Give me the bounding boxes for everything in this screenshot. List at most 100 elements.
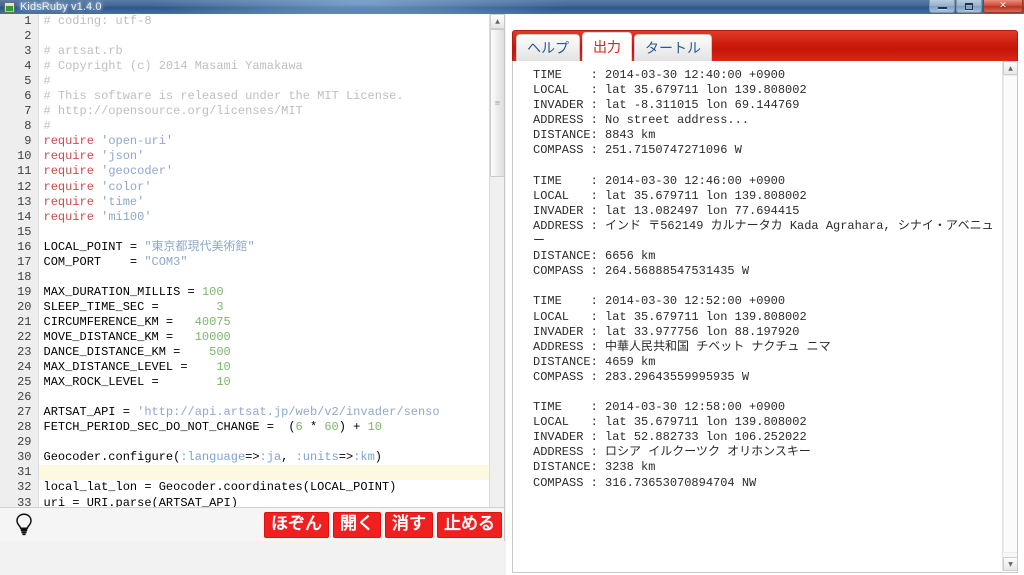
close-button[interactable]: ✕ — [983, 0, 1023, 13]
maximize-button[interactable] — [956, 0, 982, 13]
code-text[interactable]: require 'open-uri' — [38, 134, 490, 149]
code-text[interactable] — [38, 390, 490, 405]
code-line[interactable]: 16 LOCAL_POINT = "東京都現代美術館" — [0, 239, 490, 255]
tab-help[interactable]: ヘルプ — [516, 34, 580, 61]
code-text[interactable] — [38, 225, 490, 240]
code-editor-pane: 1 # coding: utf-8 2 3 # artsat.rb 4 # Copyrig… — [0, 14, 505, 541]
code-text[interactable] — [38, 270, 490, 285]
lightbulb-icon[interactable] — [12, 512, 36, 538]
scroll-down-button[interactable]: ▼ — [1003, 557, 1017, 571]
code-text[interactable]: LOCAL_POINT = "東京都現代美術館" — [38, 240, 490, 255]
code-line[interactable]: 25 MAX_ROCK_LEVEL = 10 — [0, 375, 490, 391]
code-text[interactable]: # artsat.rb — [38, 44, 490, 59]
code-text[interactable]: MAX_DISTANCE_LEVEL = 10 — [38, 360, 490, 375]
clear-button[interactable]: 消す — [385, 512, 433, 538]
tab-output[interactable]: 出力 — [582, 32, 632, 61]
chevron-up-icon: ▲ — [495, 18, 500, 25]
code-line[interactable]: 5 # — [0, 74, 490, 90]
code-line[interactable]: 11 require 'geocoder' — [0, 164, 490, 180]
code-text[interactable] — [38, 29, 490, 44]
minimize-button[interactable] — [929, 0, 955, 13]
code-line[interactable]: 31 — [0, 465, 490, 481]
code-text[interactable]: require 'color' — [38, 180, 490, 195]
code-line[interactable]: 30 Geocoder.configure(:language=>:ja, :un… — [0, 450, 490, 466]
code-line[interactable]: 4 # Copyright (c) 2014 Masami Yamakawa — [0, 59, 490, 75]
code-line[interactable]: 2 — [0, 29, 490, 45]
code-line[interactable]: 3 # artsat.rb — [0, 44, 490, 60]
code-text[interactable] — [38, 435, 490, 450]
code-token: require — [43, 194, 94, 209]
tab-turtle[interactable]: タートル — [634, 34, 712, 61]
editor-vscroll-thumb[interactable]: ≡ — [490, 29, 504, 177]
code-line[interactable]: 9 require 'open-uri' — [0, 134, 490, 150]
code-text[interactable]: # Copyright (c) 2014 Masami Yamakawa — [38, 59, 490, 74]
code-text[interactable]: require 'geocoder' — [38, 164, 490, 179]
code-text[interactable]: # coding: utf-8 — [38, 14, 490, 29]
line-number: 18 — [0, 269, 39, 285]
action-buttons: ほぞん 開く 消す 止める — [264, 512, 502, 538]
scroll-up-button[interactable]: ▲ — [1003, 61, 1017, 75]
code-text[interactable]: # — [38, 74, 490, 89]
scroll-up-button[interactable]: ▲ — [490, 14, 504, 29]
line-number: 9 — [0, 134, 39, 150]
code-line[interactable]: 27 ARTSAT_API = 'http://api.artsat.jp/web… — [0, 405, 490, 421]
line-number: 25 — [0, 375, 39, 391]
title-bar[interactable]: KidsRuby v1.4.0 ✕ — [0, 0, 1024, 14]
code-line[interactable]: 12 require 'color' — [0, 179, 490, 195]
code-line[interactable]: 26 — [0, 390, 490, 406]
code-token: => — [338, 450, 354, 465]
grip-icon: ≡ — [494, 99, 501, 107]
code-text[interactable]: # This software is released under the MI… — [38, 89, 490, 104]
code-line[interactable]: 10 require 'json' — [0, 149, 490, 165]
code-text[interactable]: Geocoder.configure(:language=>:ja, :unit… — [38, 450, 490, 465]
open-button[interactable]: 開く — [333, 512, 381, 538]
code-text[interactable]: DANCE_DISTANCE_KM = 500 — [38, 345, 490, 360]
code-text[interactable]: # — [38, 119, 490, 134]
code-token: MAX_DISTANCE_LEVEL = — [43, 360, 217, 375]
code-text[interactable]: require 'mi100' — [38, 210, 490, 225]
output-pane: ヘルプ 出力 タートル TIME : 2014-03-30 12:40:00 +09… — [506, 14, 1024, 575]
code-line[interactable]: 29 — [0, 435, 490, 451]
code-text[interactable]: MOVE_DISTANCE_KM = 10000 — [38, 330, 490, 345]
code-line[interactable]: 22 MOVE_DISTANCE_KM = 10000 — [0, 329, 490, 346]
code-text[interactable]: local_lat_lon = Geocoder.coordinates(LOC… — [38, 480, 490, 495]
code-text[interactable]: MAX_DURATION_MILLIS = 100 — [38, 285, 490, 300]
code-text[interactable]: require 'time' — [38, 195, 490, 210]
stop-button[interactable]: 止める — [437, 512, 502, 538]
code-text[interactable]: CIRCUMFERENCE_KM = 40075 — [38, 315, 490, 330]
code-line[interactable]: 21 CIRCUMFERENCE_KM = 40075 — [0, 314, 490, 330]
editor-vertical-scrollbar[interactable]: ▲ ≡ ▼ — [489, 14, 504, 526]
output-box[interactable]: TIME : 2014-03-30 12:40:00 +0900 LOCAL :… — [512, 61, 1018, 573]
code-text[interactable] — [38, 465, 490, 481]
code-line[interactable]: 14 require 'mi100' — [0, 209, 490, 225]
code-line[interactable]: 32 local_lat_lon = Geocoder.coordinates(L… — [0, 480, 490, 496]
code-line[interactable]: 23 DANCE_DISTANCE_KM = 500 — [0, 345, 490, 361]
code-line[interactable]: 7 # http://opensource.org/licenses/MIT — [0, 104, 490, 120]
code-line[interactable]: 17 COM_PORT = "COM3" — [0, 254, 490, 270]
save-button[interactable]: ほぞん — [264, 512, 329, 538]
code-text[interactable]: FETCH_PERIOD_SEC_DO_NOT_CHANGE = (6 * 60… — [38, 420, 490, 435]
code-text[interactable]: SLEEP_TIME_SEC = 3 — [38, 300, 490, 315]
code-line[interactable]: 1 # coding: utf-8 — [0, 14, 490, 30]
code-text[interactable]: ARTSAT_API = 'http://api.artsat.jp/web/v… — [38, 405, 490, 420]
code-text[interactable]: COM_PORT = "COM3" — [38, 255, 490, 270]
code-token: 500 — [209, 345, 231, 360]
code-line[interactable]: 19 MAX_DURATION_MILLIS = 100 — [0, 284, 490, 300]
code-lines: 1 # coding: utf-8 2 3 # artsat.rb 4 # Copyrig… — [0, 14, 490, 526]
code-text[interactable]: MAX_ROCK_LEVEL = 10 — [38, 375, 490, 390]
code-line[interactable]: 15 — [0, 224, 490, 240]
code-line[interactable]: 24 MAX_DISTANCE_LEVEL = 10 — [0, 360, 490, 376]
output-vscroll-thumb[interactable] — [1003, 75, 1017, 553]
code-line[interactable]: 28 FETCH_PERIOD_SEC_DO_NOT_CHANGE = (6 * … — [0, 420, 490, 436]
code-text[interactable]: # http://opensource.org/licenses/MIT — [38, 104, 490, 119]
code-line[interactable]: 20 SLEEP_TIME_SEC = 3 — [0, 299, 490, 315]
code-line[interactable]: 13 require 'time' — [0, 194, 490, 210]
code-line[interactable]: 6 # This software is released under the M… — [0, 89, 490, 105]
line-number: 31 — [0, 465, 39, 481]
code-text[interactable]: require 'json' — [38, 149, 490, 164]
line-number: 12 — [0, 179, 39, 195]
code-editor[interactable]: 1 # coding: utf-8 2 3 # artsat.rb 4 # Copyrig… — [0, 14, 490, 526]
code-line[interactable]: 8 # — [0, 119, 490, 135]
code-line[interactable]: 18 — [0, 269, 490, 285]
output-vertical-scrollbar[interactable]: ▲ ▼ — [1002, 61, 1017, 571]
